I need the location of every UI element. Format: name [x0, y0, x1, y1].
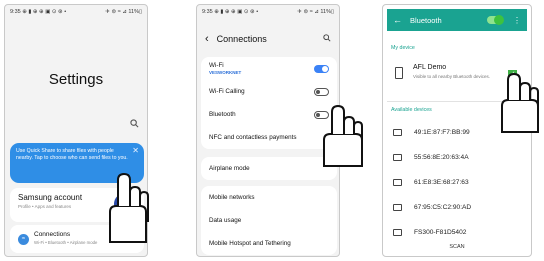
- tapping-hand-icon: [109, 172, 149, 243]
- airplane-mode-label: Airplane mode: [209, 165, 250, 172]
- header: ‹ Connections: [205, 33, 331, 45]
- wifi-row[interactable]: Wi-Fi VESWORKNET: [201, 57, 337, 80]
- mobile-networks-label: Mobile networks: [209, 194, 255, 201]
- section-available-devices: Available devices: [391, 107, 432, 113]
- connections-group-airplane: Airplane mode: [201, 157, 337, 180]
- device-icon: [393, 178, 402, 186]
- tapping-hand-icon: [323, 104, 363, 167]
- bluetooth-row[interactable]: Bluetooth: [201, 103, 337, 126]
- data-usage-row[interactable]: Data usage: [201, 209, 337, 232]
- search-icon[interactable]: [130, 119, 139, 130]
- page-title: Settings: [48, 71, 104, 88]
- wifi-icon: ≈: [18, 234, 29, 245]
- close-icon[interactable]: ✕: [132, 147, 139, 155]
- back-icon[interactable]: ‹: [205, 33, 209, 45]
- wifi-toggle[interactable]: [314, 64, 329, 73]
- connections-group-main: Wi-Fi VESWORKNET Wi-Fi Calling Bluetooth…: [201, 57, 337, 149]
- wifi-calling-row[interactable]: Wi-Fi Calling: [201, 80, 337, 103]
- connections-group-network: Mobile networks Data usage Mobile Hotspo…: [201, 186, 337, 255]
- status-bar: 9:35 ⊕ ▮ ⊕ ⊕ ▣ ⊙ ⊛ • ✈ ⊜ ≈ ⊿ 11%▯: [5, 5, 147, 19]
- wifi-calling-toggle[interactable]: [314, 87, 329, 96]
- back-arrow-icon[interactable]: ←: [393, 15, 402, 25]
- bluetooth-master-switch[interactable]: [487, 15, 504, 25]
- status-icons: ✈ ⊜ ≈ ⊿ 11%▯: [297, 9, 334, 15]
- mobile-networks-row[interactable]: Mobile networks: [201, 186, 337, 209]
- airplane-mode-row[interactable]: Airplane mode: [201, 157, 337, 180]
- hotspot-row[interactable]: Mobile Hotspot and Tethering: [201, 232, 337, 255]
- quick-share-text: Use Quick Share to share files with peop…: [16, 148, 128, 161]
- device-icon: [393, 128, 402, 136]
- hotspot-label: Mobile Hotspot and Tethering: [209, 240, 291, 247]
- search-icon[interactable]: [323, 34, 331, 44]
- device-item[interactable]: 67:95:C5:C2:90:AD: [391, 197, 523, 217]
- more-options-icon[interactable]: ⋮: [513, 16, 521, 25]
- device-address: 61:E8:3E:68:27:63: [414, 178, 469, 186]
- status-bar: 9:35 ⊕ ▮ ⊕ ⊕ ▣ ⊙ ⊛ • ✈ ⊜ ≈ ⊿ 11%▯: [197, 5, 339, 19]
- status-icons: ✈ ⊜ ≈ ⊿ 11%▯: [105, 9, 142, 15]
- nfc-label: NFC and contactless payments: [209, 134, 297, 141]
- data-usage-label: Data usage: [209, 217, 242, 224]
- nfc-row[interactable]: NFC and contactless payments: [201, 126, 337, 149]
- my-device-description: Visible to all nearby Bluetooth devices.: [413, 74, 490, 79]
- device-icon: [393, 228, 402, 236]
- section-my-device: My device: [391, 45, 415, 51]
- device-address: 55:56:8E:20:63:4A: [414, 153, 469, 161]
- phone-icon: [395, 67, 403, 79]
- device-address: 67:95:C5:C2:90:AD: [414, 203, 472, 211]
- bluetooth-label: Bluetooth: [209, 111, 236, 118]
- wifi-calling-label: Wi-Fi Calling: [209, 88, 245, 95]
- device-item[interactable]: 55:56:8E:20:63:4A: [391, 147, 523, 167]
- device-item[interactable]: 61:E8:3E:68:27:63: [391, 172, 523, 192]
- scan-button[interactable]: SCAN: [383, 244, 531, 250]
- wifi-label: Wi-Fi: [209, 62, 224, 69]
- device-address: FS300-F81D5402: [414, 228, 467, 236]
- my-device-name: AFL Demo: [413, 64, 447, 71]
- status-time: 9:35 ⊕ ▮ ⊕ ⊕ ▣ ⊙ ⊛ •: [202, 9, 259, 15]
- status-time: 9:35 ⊕ ▮ ⊕ ⊕ ▣ ⊙ ⊛ •: [10, 9, 67, 15]
- device-icon: [393, 153, 402, 161]
- page-title: Connections: [216, 34, 267, 44]
- device-item[interactable]: FS300-F81D5402: [391, 222, 523, 242]
- tapping-hand-icon: [501, 72, 539, 133]
- wifi-network-name: VESWORKNET: [209, 70, 242, 75]
- device-icon: [393, 203, 402, 211]
- device-address: 49:1E:87:F7:BB:99: [414, 128, 470, 136]
- page-title: Bluetooth: [410, 15, 442, 25]
- bluetooth-app-bar: ← Bluetooth ⋮: [387, 9, 527, 31]
